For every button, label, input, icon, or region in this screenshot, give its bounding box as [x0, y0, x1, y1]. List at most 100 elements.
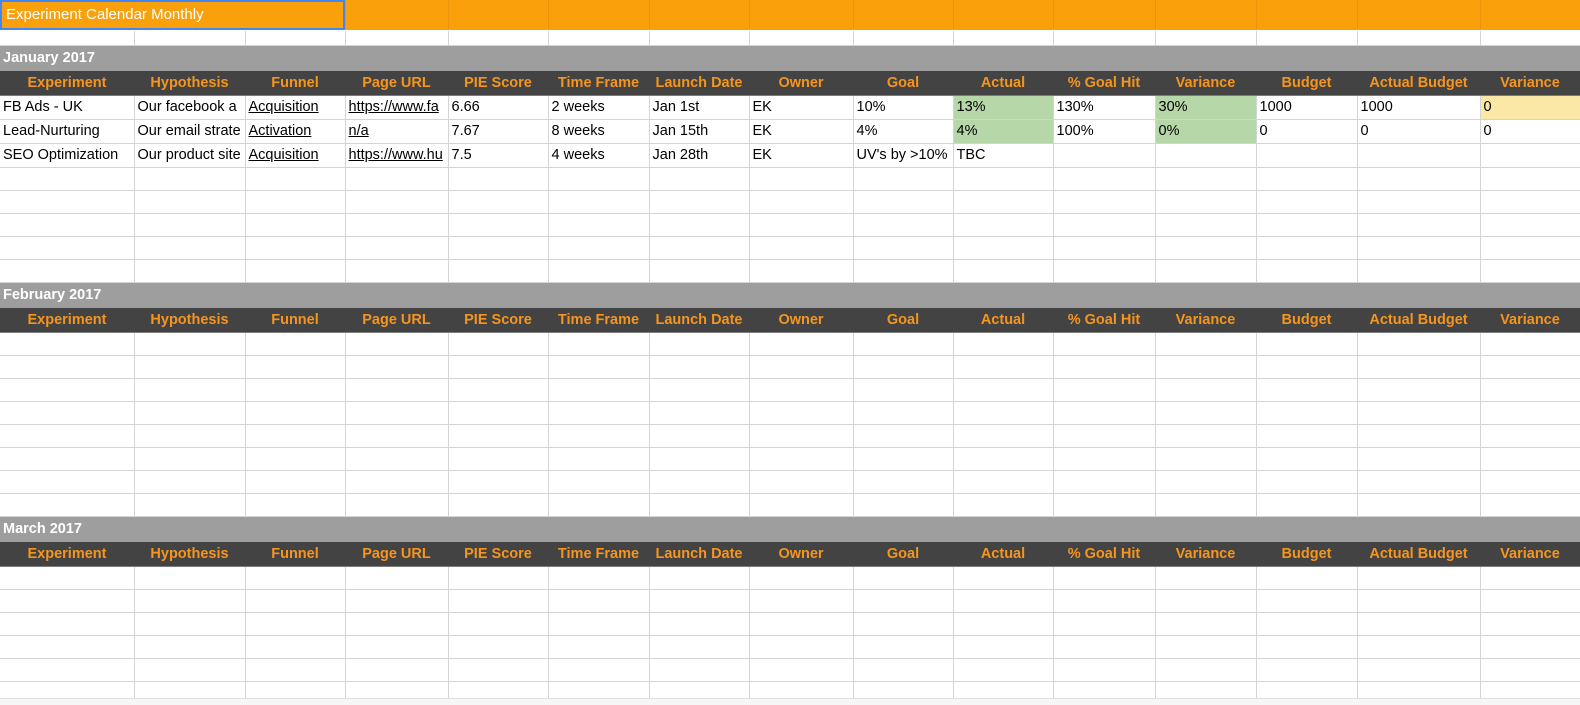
- empty-cell[interactable]: [134, 493, 246, 517]
- empty-cell[interactable]: [1053, 355, 1156, 379]
- empty-cell[interactable]: [134, 612, 246, 636]
- column-header-funnel[interactable]: Funnel: [245, 308, 345, 333]
- empty-cell[interactable]: [448, 470, 549, 494]
- empty-cell[interactable]: [649, 190, 750, 214]
- data-cell[interactable]: EK: [749, 95, 854, 120]
- empty-cell[interactable]: [1155, 167, 1257, 191]
- empty-cell[interactable]: [1480, 167, 1580, 191]
- empty-cell[interactable]: [1357, 167, 1481, 191]
- empty-cell[interactable]: [345, 401, 449, 425]
- empty-cell[interactable]: [1053, 213, 1156, 237]
- empty-cell[interactable]: [1256, 259, 1358, 283]
- empty-cell[interactable]: [548, 355, 650, 379]
- empty-cell[interactable]: [953, 167, 1054, 191]
- title-bar-filler-cell[interactable]: [1480, 0, 1580, 31]
- data-cell[interactable]: 4%: [953, 119, 1054, 144]
- empty-cell[interactable]: [649, 401, 750, 425]
- empty-cell[interactable]: [345, 332, 449, 356]
- empty-cell[interactable]: [448, 566, 549, 590]
- empty-cell[interactable]: [134, 378, 246, 402]
- empty-cell[interactable]: [649, 167, 750, 191]
- empty-cell[interactable]: [0, 259, 135, 283]
- empty-cell[interactable]: [0, 401, 135, 425]
- empty-cell[interactable]: [1480, 213, 1580, 237]
- column-header-experiment[interactable]: Experiment: [0, 308, 134, 333]
- empty-cell[interactable]: [345, 612, 449, 636]
- empty-cell[interactable]: [448, 493, 549, 517]
- empty-cell[interactable]: [0, 213, 135, 237]
- empty-cell[interactable]: [853, 424, 954, 448]
- empty-cell[interactable]: [1053, 401, 1156, 425]
- empty-cell[interactable]: [448, 167, 549, 191]
- empty-cell[interactable]: [1256, 167, 1358, 191]
- data-cell[interactable]: [1256, 143, 1358, 168]
- empty-cell[interactable]: [649, 447, 750, 471]
- empty-cell[interactable]: [1256, 332, 1358, 356]
- empty-cell[interactable]: [1155, 566, 1257, 590]
- empty-cell[interactable]: [1155, 493, 1257, 517]
- empty-cell[interactable]: [953, 190, 1054, 214]
- column-header-goal-hit[interactable]: % Goal Hit: [1053, 71, 1155, 96]
- empty-cell[interactable]: [1155, 259, 1257, 283]
- empty-cell[interactable]: [448, 378, 549, 402]
- column-header-page-url[interactable]: Page URL: [345, 308, 448, 333]
- data-cell[interactable]: 6.66: [448, 95, 549, 120]
- title-bar-filler-cell[interactable]: [649, 0, 750, 31]
- empty-cell[interactable]: [749, 589, 854, 613]
- empty-cell[interactable]: [345, 493, 449, 517]
- title-bar-filler-cell[interactable]: [448, 0, 549, 31]
- title-bar-filler-cell[interactable]: [345, 0, 449, 31]
- empty-cell[interactable]: [853, 259, 954, 283]
- empty-cell[interactable]: [1053, 470, 1156, 494]
- empty-cell[interactable]: [1053, 612, 1156, 636]
- empty-cell[interactable]: [953, 589, 1054, 613]
- column-header-budget[interactable]: Budget: [1256, 71, 1357, 96]
- column-header-launch-date[interactable]: Launch Date: [649, 71, 749, 96]
- empty-cell[interactable]: [1357, 190, 1481, 214]
- empty-cell[interactable]: [649, 566, 750, 590]
- empty-cell[interactable]: [953, 401, 1054, 425]
- spreadsheet-grid[interactable]: Experiment Calendar Monthly January 2017 E…: [0, 0, 1580, 705]
- empty-cell[interactable]: [1256, 470, 1358, 494]
- empty-cell[interactable]: [1053, 332, 1156, 356]
- title-bar-filler-cell[interactable]: [1053, 0, 1156, 31]
- empty-cell[interactable]: [749, 236, 854, 260]
- data-cell[interactable]: 1000: [1357, 95, 1481, 120]
- data-cell[interactable]: Our email strate: [134, 119, 246, 144]
- data-cell[interactable]: Our product site: [134, 143, 246, 168]
- empty-cell[interactable]: [853, 167, 954, 191]
- empty-cell[interactable]: [953, 658, 1054, 682]
- empty-cell[interactable]: [345, 213, 449, 237]
- empty-cell[interactable]: [649, 424, 750, 448]
- empty-cell[interactable]: [0, 612, 135, 636]
- empty-cell[interactable]: [749, 612, 854, 636]
- empty-cell[interactable]: [134, 658, 246, 682]
- empty-cell[interactable]: [0, 190, 135, 214]
- empty-cell[interactable]: [1357, 589, 1481, 613]
- empty-cell[interactable]: [953, 213, 1054, 237]
- empty-cell[interactable]: [1155, 30, 1257, 46]
- empty-cell[interactable]: [134, 332, 246, 356]
- empty-cell[interactable]: [134, 635, 246, 659]
- column-header-time-frame[interactable]: Time Frame: [548, 71, 649, 96]
- empty-cell[interactable]: [1256, 190, 1358, 214]
- empty-cell[interactable]: [448, 401, 549, 425]
- empty-cell[interactable]: [853, 447, 954, 471]
- data-cell[interactable]: 30%: [1155, 95, 1257, 120]
- empty-cell[interactable]: [853, 589, 954, 613]
- empty-cell[interactable]: [245, 236, 346, 260]
- empty-cell[interactable]: [749, 447, 854, 471]
- column-header-budget[interactable]: Budget: [1256, 308, 1357, 333]
- empty-cell[interactable]: [853, 470, 954, 494]
- empty-cell[interactable]: [548, 424, 650, 448]
- empty-cell[interactable]: [1155, 378, 1257, 402]
- empty-cell[interactable]: [1480, 332, 1580, 356]
- empty-cell[interactable]: [0, 167, 135, 191]
- empty-cell[interactable]: [345, 589, 449, 613]
- empty-cell[interactable]: [1053, 190, 1156, 214]
- empty-cell[interactable]: [1480, 355, 1580, 379]
- empty-cell[interactable]: [749, 30, 854, 46]
- empty-cell[interactable]: [134, 401, 246, 425]
- empty-cell[interactable]: [1256, 401, 1358, 425]
- empty-cell[interactable]: [953, 612, 1054, 636]
